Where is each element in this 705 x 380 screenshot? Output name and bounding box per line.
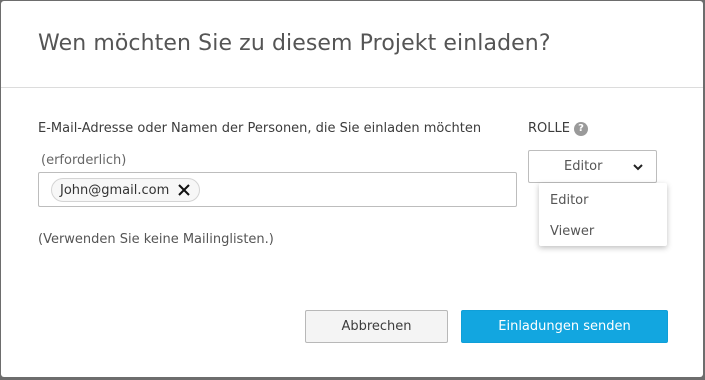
role-option-viewer[interactable]: Viewer bbox=[550, 224, 594, 239]
remove-chip-icon[interactable] bbox=[177, 183, 191, 197]
role-option-editor[interactable]: Editor bbox=[550, 193, 588, 208]
send-invitations-button[interactable]: Einladungen senden bbox=[461, 310, 668, 343]
email-chip: John@gmail.com bbox=[51, 178, 201, 202]
invite-dialog: Wen möchten Sie zu diesem Projekt einlad… bbox=[1, 1, 703, 377]
chevron-down-icon bbox=[632, 161, 644, 176]
question-circle-icon[interactable]: ? bbox=[573, 121, 588, 136]
role-label-text: ROLLE bbox=[528, 121, 570, 136]
email-field-label: E-Mail-Adresse oder Namen der Personen, … bbox=[38, 121, 482, 136]
role-select[interactable]: Editor bbox=[528, 150, 657, 183]
cancel-button[interactable]: Abbrechen bbox=[305, 310, 448, 343]
email-chip-label: John@gmail.com bbox=[60, 182, 170, 198]
role-label: ROLLE ? bbox=[528, 121, 588, 136]
role-dropdown-menu: Editor Viewer bbox=[539, 183, 667, 246]
dialog-header: Wen möchten Sie zu diesem Projekt einlad… bbox=[1, 1, 703, 88]
mailing-list-hint: (Verwenden Sie keine Mailinglisten.) bbox=[38, 232, 274, 247]
dialog-title: Wen möchten Sie zu diesem Projekt einlad… bbox=[38, 31, 551, 56]
required-label: (erforderlich) bbox=[41, 153, 127, 168]
role-select-value: Editor bbox=[564, 159, 603, 174]
email-input[interactable]: John@gmail.com bbox=[38, 172, 517, 207]
